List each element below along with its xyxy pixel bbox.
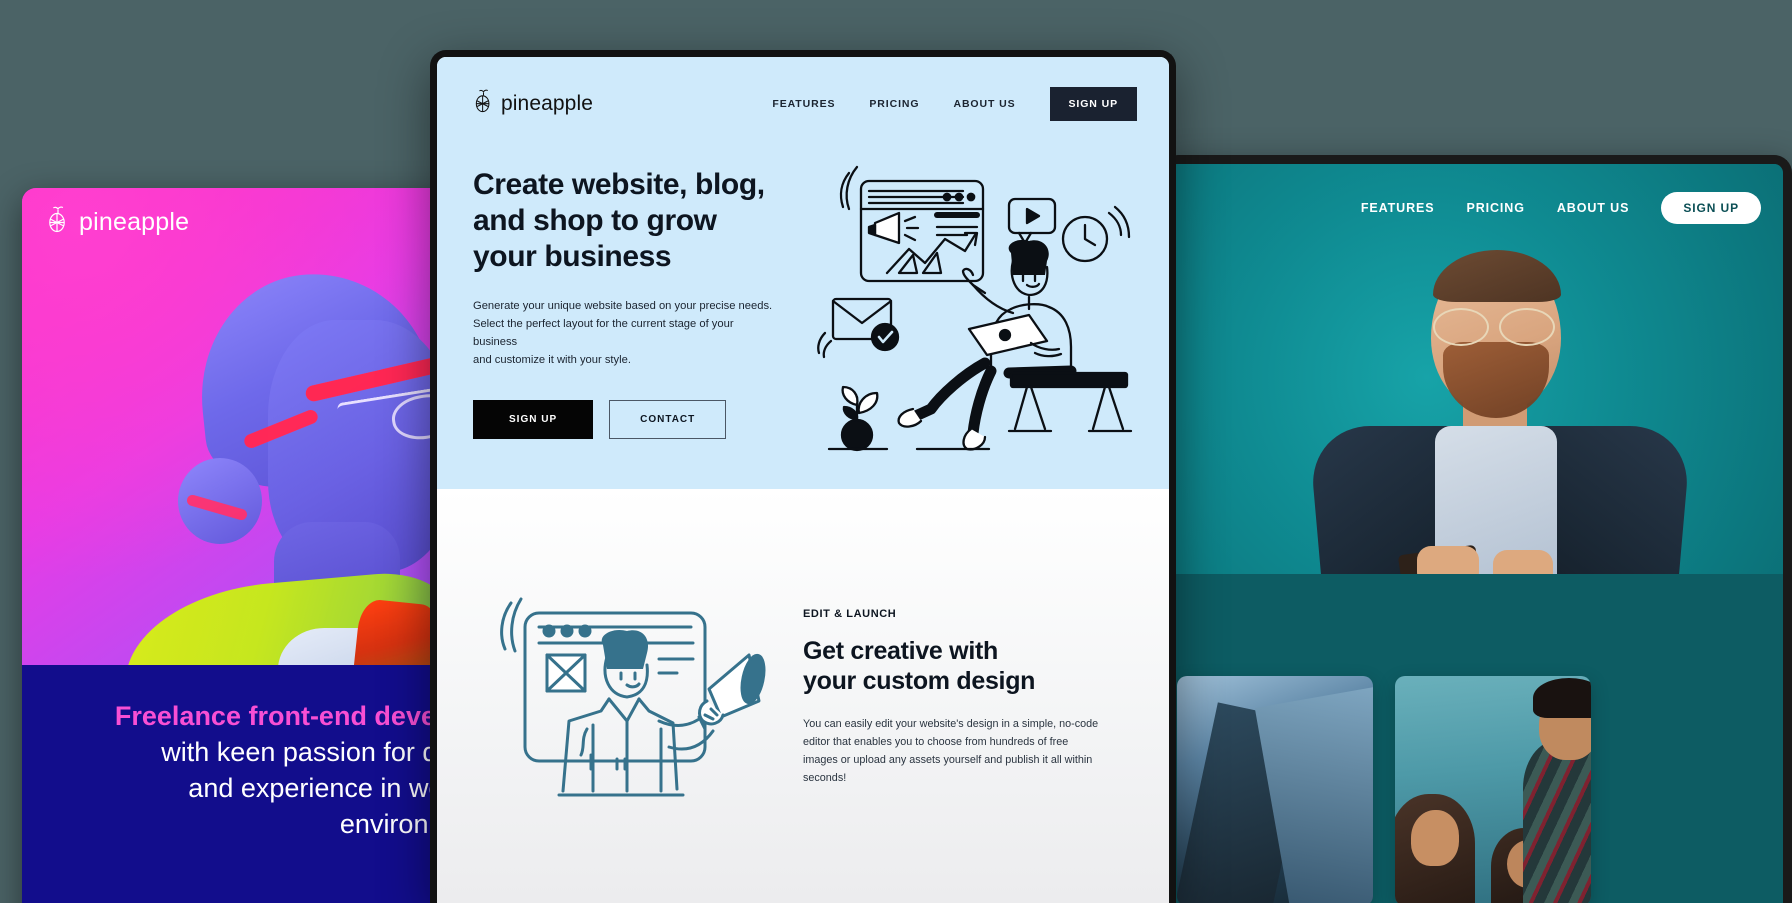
right-card-row [1177,676,1591,903]
center-logo-text: pineapple [501,92,593,115]
center-hero-subtext-line3: and customize it with your style. [473,354,631,367]
hero-signup-button[interactable]: SIGN UP [473,399,594,439]
center-hero-copy: Create website, blog, and shop to grow y… [473,163,803,462]
center-hero-subtext: Generate your unique website based on yo… [473,297,773,370]
right-portrait-photo [1287,250,1707,574]
center-section-edit-launch: EDIT & LAUNCH Get creative with your cus… [437,489,1169,903]
section2-paragraph-line1: You can easily edit your website's desig… [803,718,1099,731]
right-nav-about-us[interactable]: ABOUT US [1557,201,1629,215]
pineapple-icon [473,89,494,119]
center-hero-subtext-line1: Generate your unique website based on yo… [473,300,773,312]
center-navbar: pineapple FEATURES PRICING ABOUT US SIGN… [437,57,1169,121]
right-template-panel[interactable]: FEATURES PRICING ABOUT US SIGN UP [1160,155,1792,903]
section2-copy: EDIT & LAUNCH Get creative with your cus… [803,604,1133,787]
right-nav: FEATURES PRICING ABOUT US SIGN UP [1361,192,1761,224]
right-nav-features[interactable]: FEATURES [1361,201,1435,215]
center-hero-headline: Create website, blog, and shop to grow y… [473,167,803,275]
right-card-people[interactable] [1395,676,1591,903]
center-hero-buttons: SIGN UP CONTACT [473,399,803,439]
section2-headline-line1: Get creative with [803,637,998,666]
center-nav-pricing[interactable]: PRICING [869,98,919,110]
section2-paragraph: You can easily edit your website's desig… [803,716,1103,787]
center-template-panel[interactable]: pineapple FEATURES PRICING ABOUT US SIGN… [430,50,1176,903]
center-signup-button[interactable]: SIGN UP [1049,87,1137,121]
center-hero-section: pineapple FEATURES PRICING ABOUT US SIGN… [437,57,1169,489]
center-logo[interactable]: pineapple [473,89,593,119]
center-nav-links: FEATURES PRICING ABOUT US SIGN UP [772,87,1137,121]
right-signup-button[interactable]: SIGN UP [1661,192,1761,224]
section2-eyebrow: EDIT & LAUNCH [803,608,897,621]
center-nav-about-us[interactable]: ABOUT US [953,98,1015,110]
right-card-city[interactable] [1177,676,1373,903]
center-nav-features[interactable]: FEATURES [772,98,835,110]
section2-headline: Get creative with your custom design [803,636,1133,696]
right-hero: FEATURES PRICING ABOUT US SIGN UP [1169,164,1783,574]
showcase-stage: pineapple Freelance front-end developer … [0,0,1792,903]
right-body [1169,574,1783,903]
center-hero-headline-line2: and shop to grow [473,204,717,237]
center-hero-headline-line1: Create website, blog, [473,168,765,201]
hero-contact-button[interactable]: CONTACT [609,399,727,439]
center-hero-subtext-line2: Select the perfect layout for the curren… [473,318,734,349]
right-nav-pricing[interactable]: PRICING [1466,201,1524,215]
hero-illustration [813,157,1153,462]
pineapple-icon [46,206,70,239]
section2-headline-line2: your custom design [803,667,1036,696]
center-hero-headline-line3: your business [473,240,672,273]
section2-illustration [481,569,781,824]
